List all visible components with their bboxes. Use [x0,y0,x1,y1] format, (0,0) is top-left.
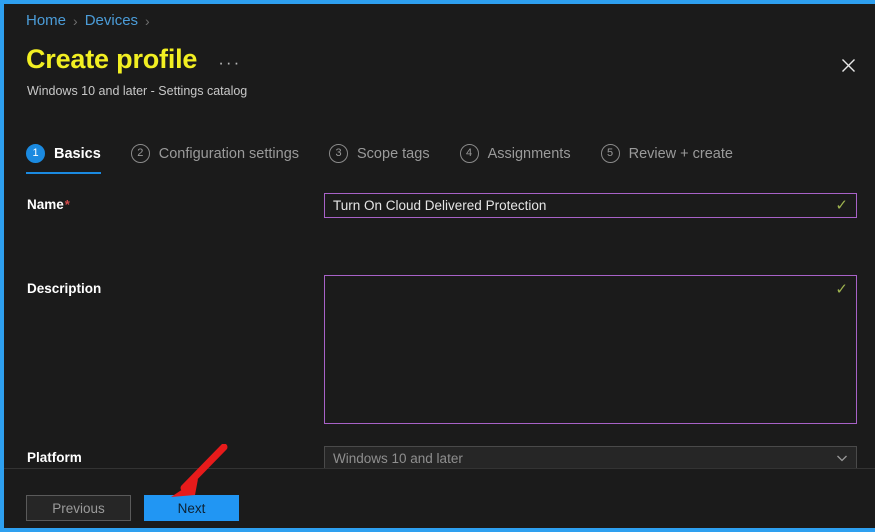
breadcrumb-item-devices[interactable]: Devices [85,12,138,29]
tab-assignments[interactable]: 4 Assignments [459,140,571,174]
required-marker: * [64,197,70,212]
name-row: Name* ✓ [4,187,875,227]
tab-number-5: 5 [600,144,620,163]
wizard-tabs: 1 Basics 2 Configuration settings 3 Scop… [26,140,763,174]
platform-label: Platform [27,450,82,465]
tab-configuration-settings[interactable]: 2 Configuration settings [130,140,300,174]
tab-label-configuration-settings: Configuration settings [158,145,300,162]
description-label: Description [27,281,101,296]
basics-form: Name* ✓ Description ✓ [4,187,875,471]
name-input[interactable] [324,193,857,218]
close-icon[interactable] [833,50,863,80]
breadcrumb-separator-icon-2: › [145,12,150,29]
platform-select-value: Windows 10 and later [333,451,463,466]
tab-number-1: 1 [26,144,45,163]
tab-basics[interactable]: 1 Basics [26,140,101,174]
tab-scope-tags[interactable]: 3 Scope tags [329,140,430,174]
previous-button[interactable]: Previous [26,495,131,521]
tab-review-create[interactable]: 5 Review + create [600,140,733,174]
breadcrumb-item-home[interactable]: Home [26,12,66,29]
breadcrumb: Home › Devices › [26,12,150,29]
tab-label-review-create: Review + create [628,145,733,162]
description-label-text: Description [27,281,102,296]
name-label: Name* [27,197,70,212]
platform-row: Platform Windows 10 and later [4,402,875,471]
page-title: Create profile [26,44,198,74]
tab-label-assignments: Assignments [487,145,571,162]
page-subtitle: Windows 10 and later - Settings catalog [27,84,248,98]
description-row: Description ✓ [4,227,875,424]
name-field-wrap: ✓ [324,193,857,218]
blade-content: Home › Devices › Create profile ··· Wind… [4,4,875,528]
tab-label-scope-tags: Scope tags [357,145,430,162]
tab-label-basics: Basics [54,145,101,162]
tab-number-4: 4 [459,144,479,163]
footer-bar: Previous Next HOW TO MANAGE DEVICES [4,469,875,528]
create-profile-blade: Home › Devices › Create profile ··· Wind… [0,0,875,532]
next-button[interactable]: Next [144,495,239,521]
more-options-icon[interactable]: ··· [213,50,246,75]
breadcrumb-separator-icon: › [73,12,78,29]
name-label-text: Name [27,197,64,212]
page-title-row: Create profile ··· [26,44,246,75]
tab-number-2: 2 [130,144,150,163]
tab-number-3: 3 [329,144,349,163]
platform-label-text: Platform [27,450,82,465]
